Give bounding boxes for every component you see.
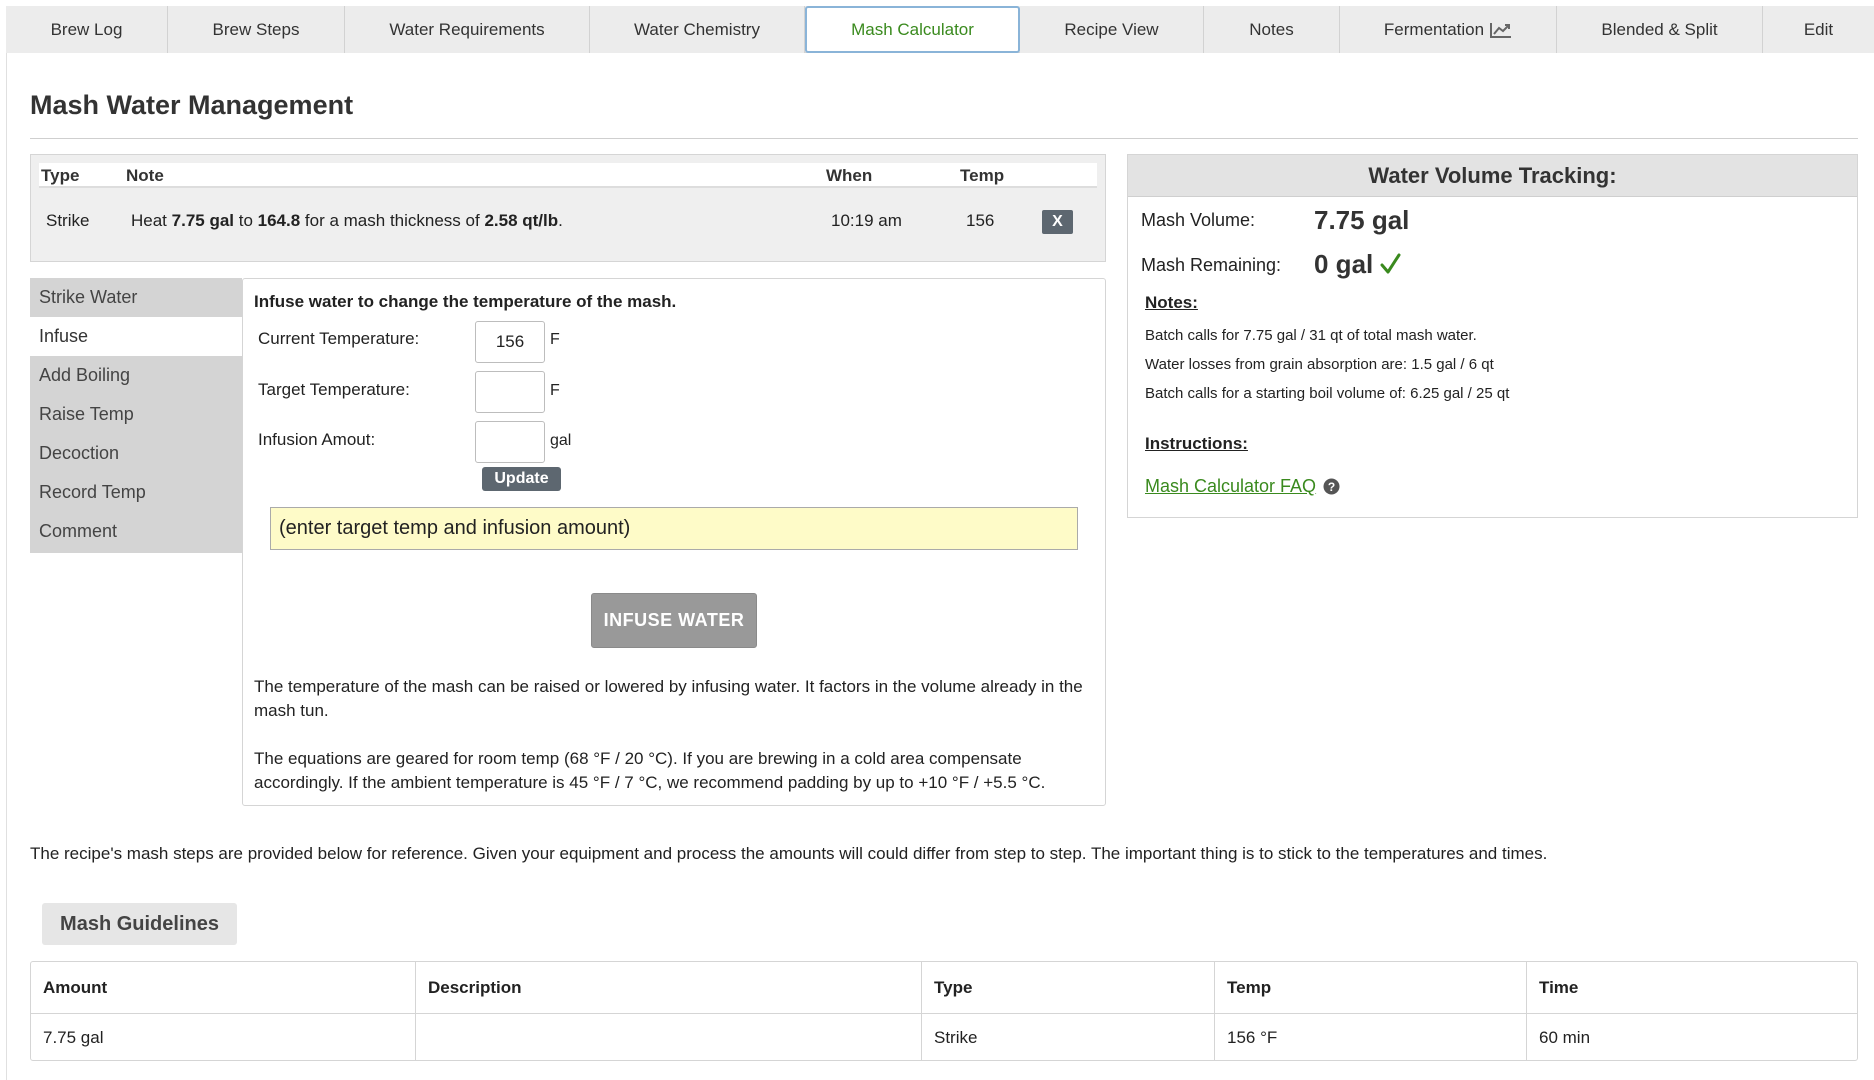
log-type: Strike (46, 211, 90, 230)
faq-link-label: Mash Calculator FAQ (1145, 476, 1317, 496)
infuse-description: The temperature of the mash can be raise… (254, 677, 1083, 720)
target-temp-label: Target Temperature: (258, 380, 410, 399)
tab-label: Water Requirements (389, 19, 545, 39)
log-temp: 156 (966, 211, 995, 230)
log-row: Strike Heat 7.75 gal to 164.8 for a mash… (31, 207, 1107, 237)
note-grain-absorption: Water losses from grain absorption are: … (1145, 356, 1494, 373)
current-temp-label: Current Temperature: (258, 329, 420, 348)
tab-bar: Brew Log Brew Steps Water Requirements W… (6, 6, 1874, 53)
tab-brew-log[interactable]: Brew Log (6, 6, 168, 53)
menu-item-infuse[interactable]: Infuse (30, 317, 242, 356)
help-icon[interactable]: ? (1323, 478, 1340, 495)
current-temp-input[interactable] (475, 321, 545, 363)
infuse-water-button[interactable]: INFUSE WATER (591, 593, 757, 648)
menu-item-strike-water[interactable]: Strike Water (30, 278, 242, 317)
header-when: When (826, 166, 873, 185)
log-when: 10:19 am (831, 211, 902, 230)
page-title: Mash Water Management (30, 90, 354, 120)
water-volume-tracking: Water Volume Tracking: Mash Volume: 7.75… (1127, 154, 1858, 518)
tab-label: Blended & Split (1601, 19, 1718, 39)
infuse-panel: Infuse water to change the temperature o… (242, 278, 1106, 806)
tab-label: Notes (1249, 19, 1294, 39)
header-type: Type (41, 166, 80, 185)
cell-temp: 156 °F (1215, 1014, 1527, 1061)
target-temp-unit: F (550, 382, 560, 399)
infusion-amount-label: Infusion Amout: (258, 430, 376, 449)
menu-item-raise-temp[interactable]: Raise Temp (30, 395, 242, 434)
cell-description (416, 1014, 922, 1061)
tab-notes[interactable]: Notes (1204, 6, 1340, 53)
header-description: Description (416, 962, 922, 1013)
update-button[interactable]: Update (482, 467, 561, 491)
infusion-amount-input[interactable] (475, 421, 545, 463)
header-temp: Temp (960, 166, 1005, 185)
mash-remaining-value: 0 gal (1314, 249, 1401, 282)
infusion-amount-unit: gal (550, 432, 572, 449)
notes-heading: Notes: (1145, 293, 1198, 312)
mash-remaining-label: Mash Remaining: (1141, 255, 1282, 275)
header-type: Type (922, 962, 1215, 1013)
delete-entry-button[interactable]: X (1042, 210, 1073, 234)
cell-time: 60 min (1539, 1027, 1591, 1047)
tab-recipe-view[interactable]: Recipe View (1020, 6, 1204, 53)
menu-item-decoction[interactable]: Decoction (30, 434, 242, 473)
mash-steps-reference-text: The recipe's mash steps are provided bel… (30, 844, 1548, 863)
current-temp-unit: F (550, 331, 560, 348)
mash-guidelines-heading: Mash Guidelines (42, 903, 237, 945)
mash-remaining-amount: 0 gal (1314, 249, 1374, 279)
tab-label: Fermentation (1383, 19, 1485, 39)
log-note: Heat 7.75 gal to 164.8 for a mash thickn… (131, 211, 563, 230)
tab-water-requirements[interactable]: Water Requirements (345, 6, 590, 53)
infuse-heading: Infuse water to change the temperature o… (254, 292, 677, 311)
checkmark-icon (1379, 251, 1401, 282)
tab-label: Mash Calculator (851, 19, 974, 39)
header-temp: Temp (1215, 962, 1527, 1013)
infusion-result-box: (enter target temp and infusion amount) (270, 507, 1078, 550)
tracking-title: Water Volume Tracking: (1128, 155, 1857, 197)
instructions-heading: Instructions: (1145, 434, 1248, 453)
menu-item-comment[interactable]: Comment (30, 512, 242, 551)
tab-fermentation[interactable]: Fermentation (1340, 6, 1557, 53)
page-frame-border (6, 53, 7, 1080)
tab-label: Brew Steps (212, 19, 300, 39)
tab-label: Water Chemistry (634, 19, 760, 39)
mash-action-menu: Strike Water Infuse Add Boiling Raise Te… (30, 278, 242, 553)
table-row: 7.75 gal Strike 156 °F 60 min (31, 1014, 1857, 1061)
tab-label: Recipe View (1064, 19, 1159, 39)
tab-brew-steps[interactable]: Brew Steps (168, 6, 345, 53)
header-amount: Amount (31, 962, 416, 1013)
tab-water-chemistry[interactable]: Water Chemistry (590, 6, 805, 53)
log-table-header: Type Note When Temp (39, 163, 1097, 188)
title-divider (30, 138, 1858, 139)
note-total-mash-water: Batch calls for 7.75 gal / 31 qt of tota… (1145, 327, 1477, 344)
tab-label: Brew Log (50, 19, 123, 39)
tab-blended-split[interactable]: Blended & Split (1557, 6, 1763, 53)
ambient-temp-note: The equations are geared for room temp (… (254, 749, 1046, 792)
header-time: Time (1539, 977, 1579, 997)
mash-log-table: Type Note When Temp Strike Heat 7.75 gal… (30, 154, 1106, 262)
svg-text:?: ? (1328, 480, 1335, 494)
guidelines-header-row: Amount Description Type Temp Time (31, 962, 1857, 1014)
cell-amount: 7.75 gal (31, 1014, 416, 1061)
menu-item-record-temp[interactable]: Record Temp (30, 473, 242, 512)
mash-guidelines-table: Amount Description Type Temp Time 7.75 g… (30, 961, 1858, 1061)
target-temp-input[interactable] (475, 371, 545, 413)
header-note: Note (126, 166, 164, 185)
cell-type: Strike (922, 1014, 1215, 1061)
mash-volume-label: Mash Volume: (1141, 210, 1256, 230)
note-boil-volume: Batch calls for a starting boil volume o… (1145, 385, 1510, 402)
tab-mash-calculator[interactable]: Mash Calculator (805, 6, 1020, 53)
tab-edit[interactable]: Edit (1763, 6, 1874, 53)
menu-item-add-boiling[interactable]: Add Boiling (30, 356, 242, 395)
line-chart-icon (1490, 22, 1512, 38)
mash-volume-value: 7.75 gal (1314, 205, 1410, 235)
tab-label: Edit (1803, 19, 1834, 39)
mash-calculator-faq-link[interactable]: Mash Calculator FAQ? (1145, 476, 1340, 497)
